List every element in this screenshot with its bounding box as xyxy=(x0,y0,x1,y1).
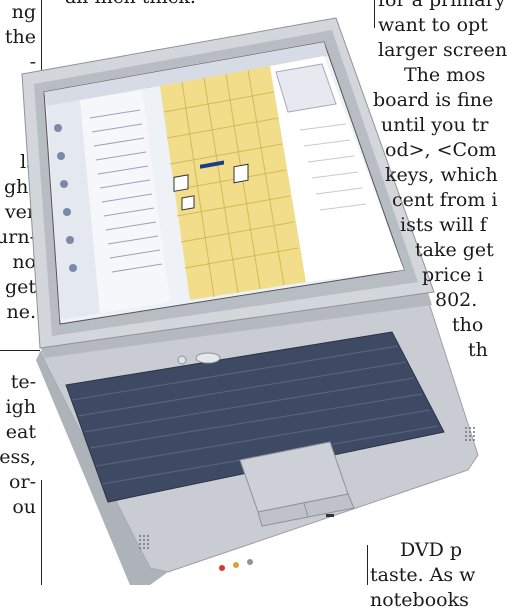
text-line: price i xyxy=(422,264,484,286)
text-line: ists will f xyxy=(400,214,487,236)
text-line: The mos xyxy=(404,64,486,86)
text-line: want to opt xyxy=(378,14,488,36)
text-line: cent from i xyxy=(392,189,498,211)
text-line: take get xyxy=(415,239,494,261)
text-line: 802. xyxy=(435,289,478,311)
text-line: DVD p xyxy=(400,539,463,561)
right-column-text: for a primary want to opt larger screen … xyxy=(0,0,507,611)
text-line: notebooks xyxy=(370,589,469,611)
text-line: board is fine xyxy=(373,89,494,111)
text-line: od>, <Com xyxy=(385,139,497,161)
text-line: for a primary xyxy=(378,0,506,11)
text-line: keys, which xyxy=(385,164,498,186)
text-line: tho xyxy=(452,314,484,336)
text-line: taste. As w xyxy=(370,564,476,586)
text-line: larger screen xyxy=(378,39,507,61)
text-line: th xyxy=(468,339,488,361)
text-line: until you tr xyxy=(381,114,489,136)
